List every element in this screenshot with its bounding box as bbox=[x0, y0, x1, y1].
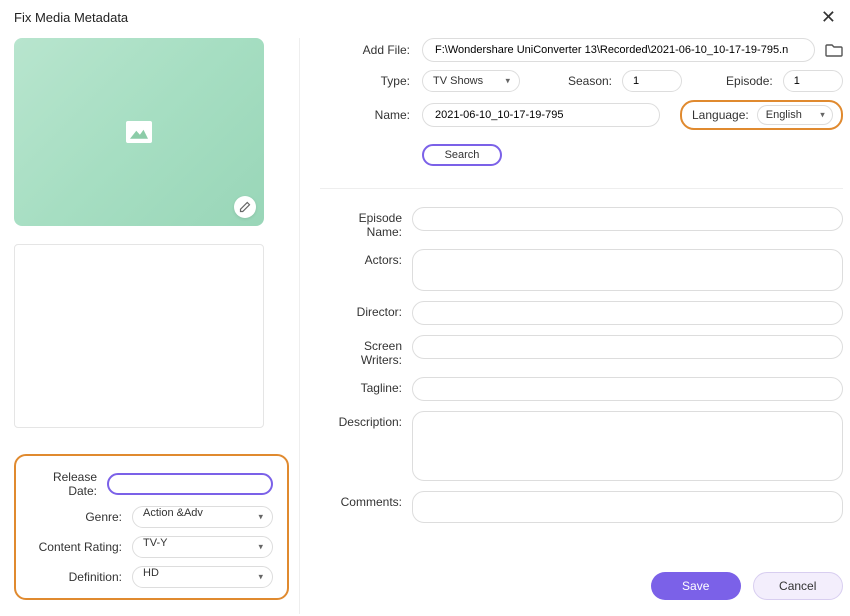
content-rating-select[interactable]: TV-Y bbox=[132, 536, 273, 558]
pencil-icon bbox=[239, 201, 251, 213]
edit-thumbnail-button[interactable] bbox=[234, 196, 256, 218]
director-input[interactable] bbox=[412, 301, 843, 325]
genre-label: Genre: bbox=[30, 510, 132, 524]
comments-input[interactable] bbox=[412, 491, 843, 523]
type-select[interactable]: TV Shows bbox=[422, 70, 520, 92]
name-label: Name: bbox=[320, 108, 412, 122]
director-label: Director: bbox=[320, 301, 412, 319]
add-file-input[interactable] bbox=[435, 44, 802, 56]
type-label: Type: bbox=[320, 74, 412, 88]
divider bbox=[320, 188, 843, 189]
close-icon[interactable]: ✕ bbox=[821, 8, 836, 26]
tagline-input[interactable] bbox=[412, 377, 843, 401]
season-label: Season: bbox=[568, 74, 612, 88]
browse-folder-button[interactable] bbox=[825, 43, 843, 57]
secondary-preview-box bbox=[14, 244, 264, 429]
episode-label: Episode: bbox=[726, 74, 773, 88]
screen-writers-input[interactable] bbox=[412, 335, 843, 359]
image-placeholder-icon bbox=[126, 121, 152, 143]
season-input[interactable] bbox=[622, 70, 682, 92]
folder-icon bbox=[825, 43, 843, 57]
screen-writers-label: Screen Writers: bbox=[320, 335, 412, 367]
search-button[interactable]: Search bbox=[422, 144, 502, 166]
genre-select[interactable]: Action &Adv bbox=[132, 506, 273, 528]
definition-label: Definition: bbox=[30, 570, 132, 584]
name-input[interactable] bbox=[435, 109, 647, 121]
language-label: Language: bbox=[692, 108, 749, 122]
add-file-field[interactable] bbox=[422, 38, 815, 62]
description-label: Description: bbox=[320, 411, 412, 429]
release-date-label: Release Date: bbox=[30, 470, 107, 498]
window-title: Fix Media Metadata bbox=[14, 10, 128, 25]
save-button[interactable]: Save bbox=[651, 572, 741, 600]
language-highlight-box: Language: English ▾ bbox=[680, 100, 843, 130]
add-file-label: Add File: bbox=[320, 43, 412, 57]
name-field[interactable] bbox=[422, 103, 660, 127]
release-date-input[interactable] bbox=[107, 473, 273, 495]
episode-name-input[interactable] bbox=[412, 207, 843, 231]
definition-select[interactable]: HD bbox=[132, 566, 273, 588]
cancel-button[interactable]: Cancel bbox=[753, 572, 843, 600]
description-input[interactable] bbox=[412, 411, 843, 481]
episode-input[interactable] bbox=[783, 70, 843, 92]
thumbnail-preview bbox=[14, 38, 264, 226]
comments-label: Comments: bbox=[320, 491, 412, 509]
actors-input[interactable] bbox=[412, 249, 843, 291]
episode-name-label: Episode Name: bbox=[320, 207, 412, 239]
content-rating-label: Content Rating: bbox=[30, 540, 132, 554]
tagline-label: Tagline: bbox=[320, 377, 412, 395]
actors-label: Actors: bbox=[320, 249, 412, 267]
metadata-highlight-box: Release Date: Genre: Action &Adv ▾ Conte… bbox=[14, 454, 289, 600]
language-select[interactable]: English bbox=[757, 105, 833, 125]
